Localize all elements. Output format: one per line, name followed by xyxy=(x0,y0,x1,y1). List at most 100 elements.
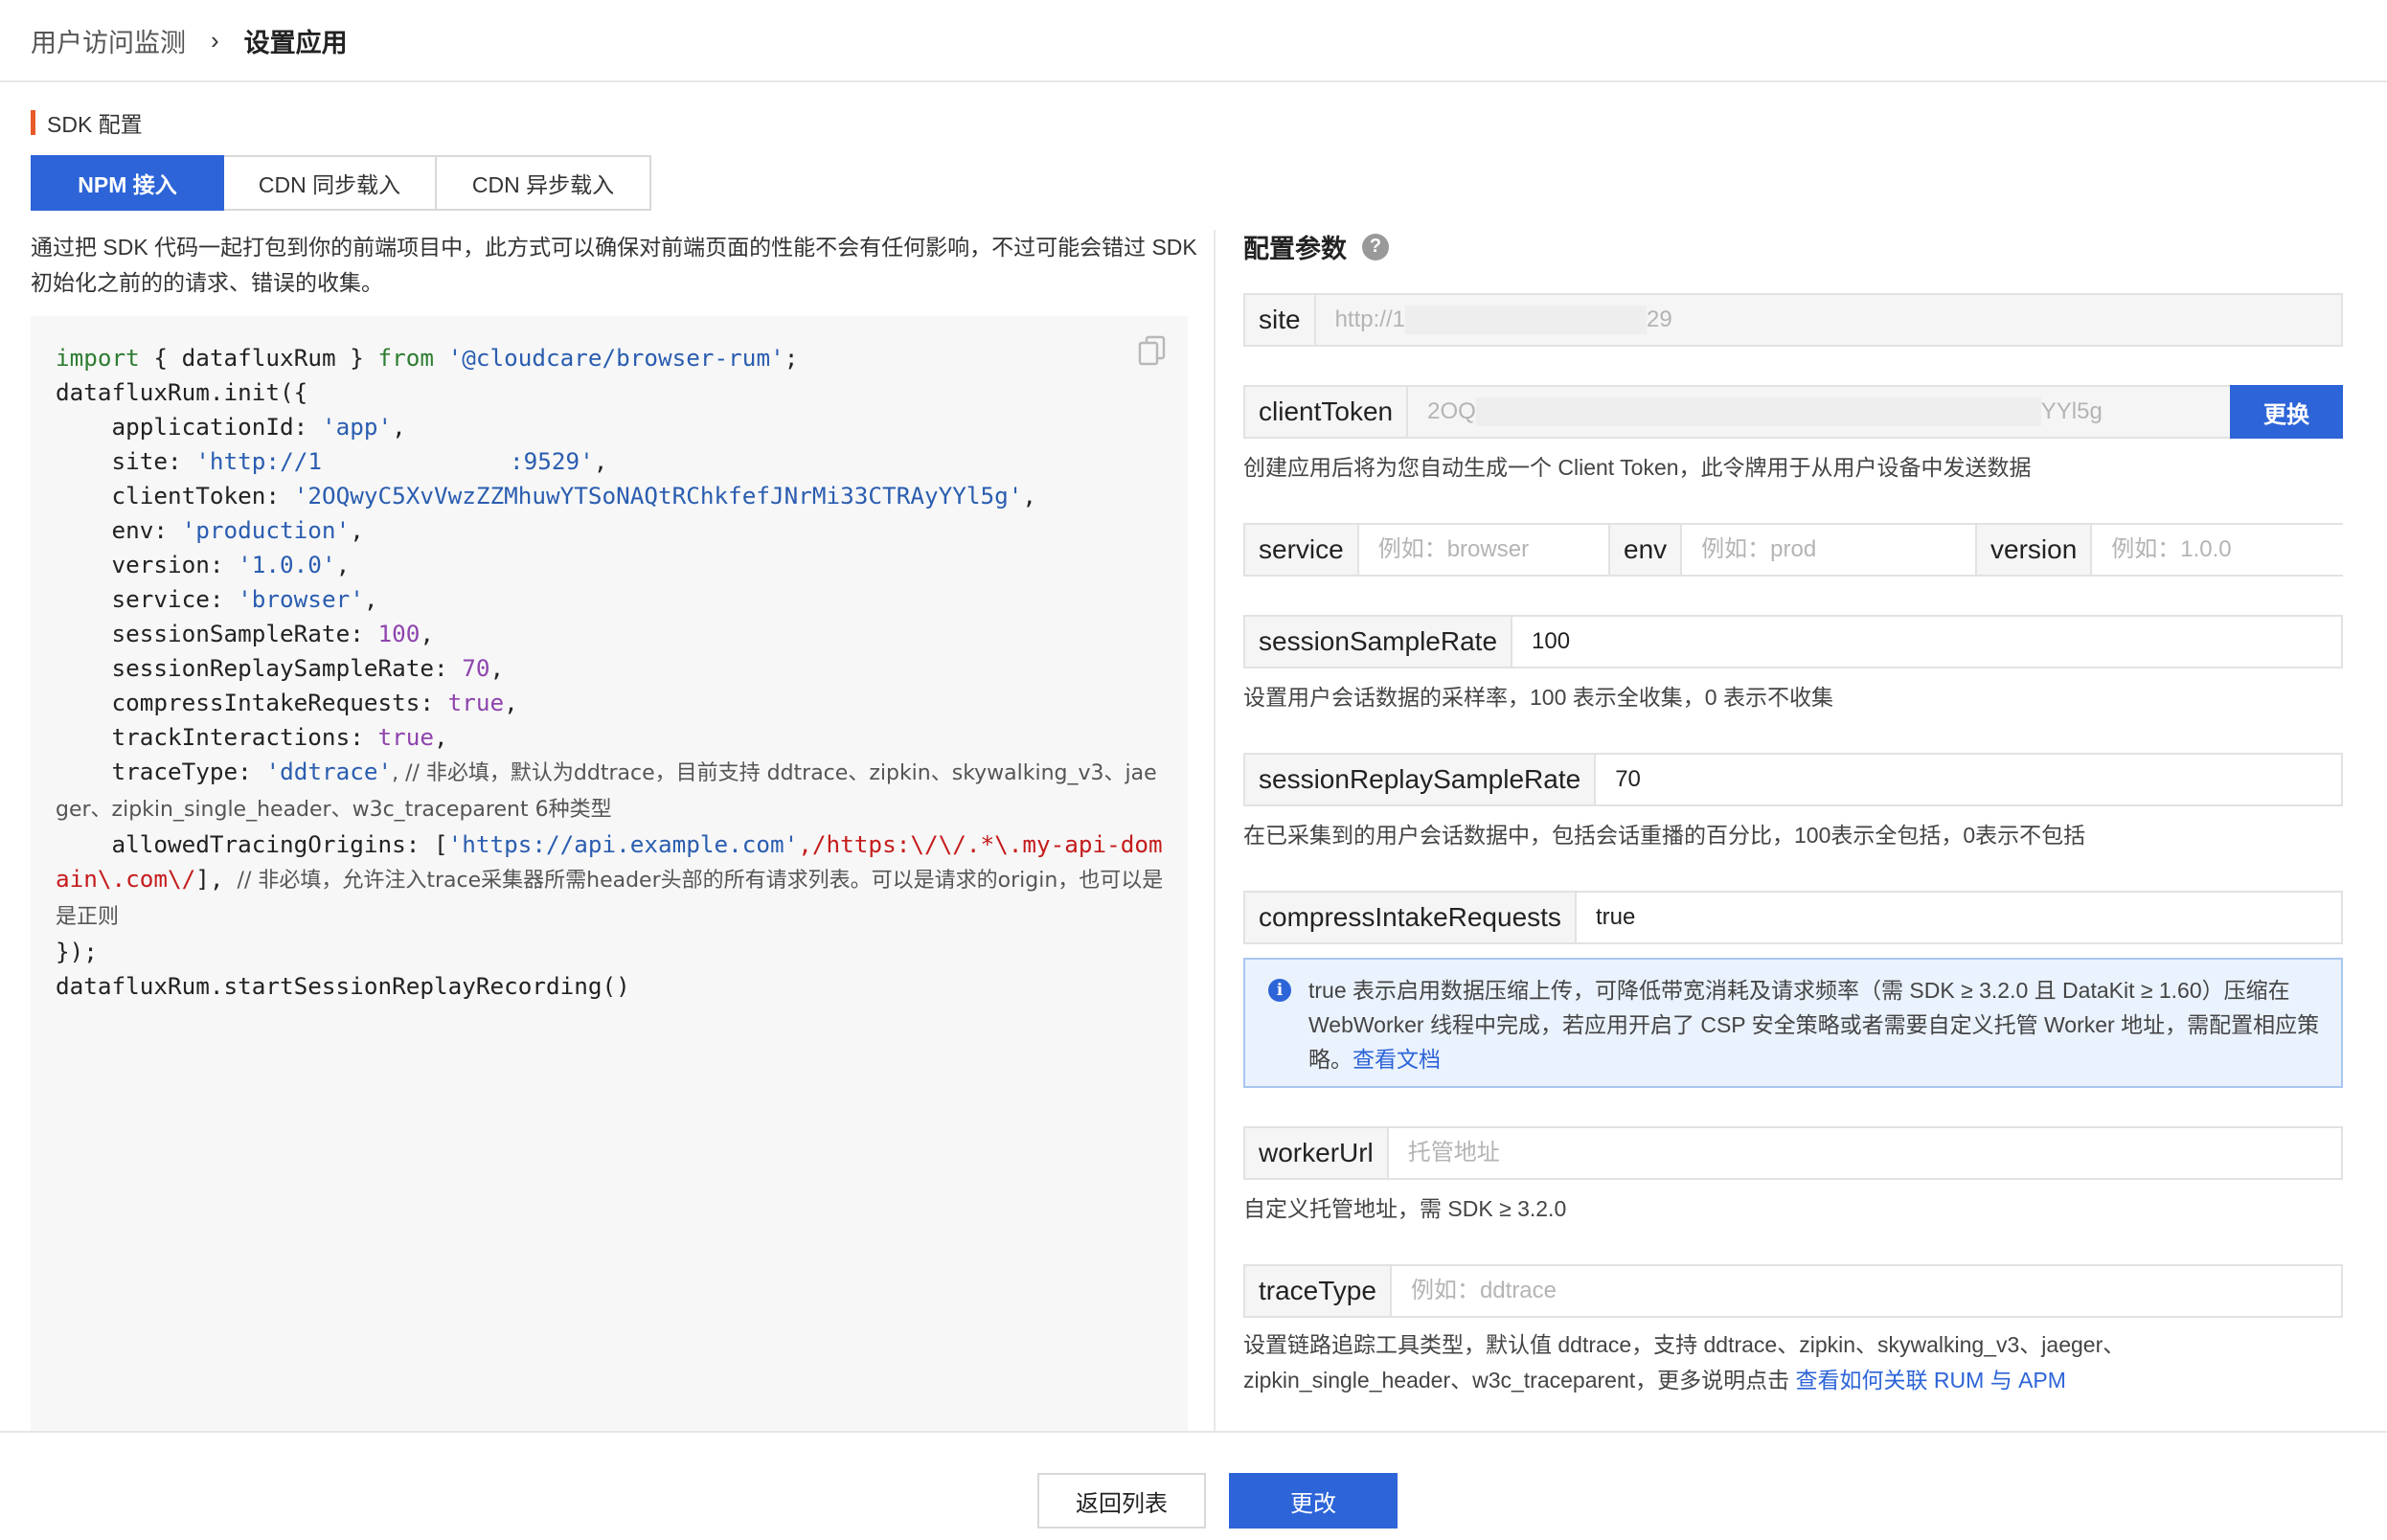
worker-url-field: workerUrl xyxy=(1243,1126,2343,1180)
site-value-prefix: http://1 xyxy=(1334,306,1405,332)
code-token: from xyxy=(377,344,434,372)
code-token: '2OQwyC5XvVwzZZMhuwYTSoNAQtRChkfefJNrMi3… xyxy=(293,482,1023,510)
section-title: SDK 配置 xyxy=(31,109,143,137)
env-field: env xyxy=(1608,523,2018,577)
code-token: trackInteractions: xyxy=(56,723,378,751)
code-token: service: xyxy=(56,585,239,613)
trace-type-hint-line1: 设置链路追踪工具类型，默认值 ddtrace，支持 ddtrace、zipkin… xyxy=(1243,1332,2126,1357)
code-block: import { datafluxRum } from '@cloudcare/… xyxy=(31,316,1188,1431)
code-token: applicationId: xyxy=(56,413,322,441)
code-token: 'http://1 xyxy=(195,447,322,475)
session-sample-rate-hint: 设置用户会话数据的采样率，100 表示全收集，0 表示不收集 xyxy=(1243,685,1833,710)
code-token: 70 xyxy=(462,654,490,682)
trace-type-hint: 设置链路追踪工具类型，默认值 ddtrace，支持 ddtrace、zipkin… xyxy=(1243,1327,2125,1398)
tab-cdn-sync[interactable]: CDN 同步载入 xyxy=(224,155,437,211)
session-replay-sample-rate-hint: 在已采集到的用户会话数据中，包括会话重播的百分比，100表示全包括，0表示不包括 xyxy=(1243,823,2086,848)
session-replay-sample-rate-input[interactable] xyxy=(1596,755,2341,804)
version-field: version xyxy=(1975,523,2387,577)
compress-intake-requests-input[interactable] xyxy=(1576,893,2341,942)
session-sample-rate-label: sessionSampleRate xyxy=(1245,617,1513,667)
code-token: true xyxy=(447,689,505,716)
code-token: '1.0.0' xyxy=(238,551,336,578)
section-accent-bar xyxy=(31,110,35,135)
code-token: clientToken: xyxy=(56,482,294,510)
redacted-mask xyxy=(321,450,510,475)
code-token: :9529' xyxy=(509,447,594,475)
session-replay-sample-rate-field: sessionReplaySampleRate xyxy=(1243,753,2343,806)
breadcrumb-parent-link[interactable]: 用户访问监测 xyxy=(31,22,186,59)
view-docs-link[interactable]: 查看文档 xyxy=(1353,1047,1441,1072)
redacted-mask xyxy=(1475,397,2041,426)
submit-change-button[interactable]: 更改 xyxy=(1229,1473,1398,1529)
client-token-value-prefix: 2OQ xyxy=(1427,398,1476,424)
site-value-suffix: 29 xyxy=(1646,306,1672,332)
code-token: ], xyxy=(195,865,224,893)
code-token: import xyxy=(56,344,140,372)
code-token: ; xyxy=(784,344,799,372)
code-token: sessionReplaySampleRate: xyxy=(56,654,463,682)
code-token: 'production' xyxy=(181,516,351,544)
info-icon: i xyxy=(1268,979,1291,1002)
env-label: env xyxy=(1610,525,1683,575)
breadcrumb-current: 设置应用 xyxy=(243,28,348,57)
compress-info-text: true 表示启用数据压缩上传，可降低带宽消耗及请求频率（需 SDK ≥ 3.2… xyxy=(1308,978,2320,1072)
back-to-list-button[interactable]: 返回列表 xyxy=(1037,1473,1206,1529)
code-token: 'https://api.example.com' xyxy=(447,830,799,858)
code-token: version: xyxy=(56,551,239,578)
install-description: 通过把 SDK 代码一起打包到你的前端项目中，此方式可以确保对前端页面的性能不会… xyxy=(31,235,1197,295)
code-token: datafluxRum.init({ xyxy=(56,378,308,406)
service-field: service xyxy=(1243,523,1694,577)
tab-npm[interactable]: NPM 接入 xyxy=(31,155,224,211)
code-token: allowedTracingOrigins: [ xyxy=(56,830,448,858)
compress-intake-requests-field: compressIntakeRequests xyxy=(1243,891,2343,944)
site-input[interactable]: http://1 29 xyxy=(1315,295,2341,345)
client-token-field: clientToken 2OQ YYl5g 更换 xyxy=(1243,385,2343,439)
code-content: import { datafluxRum } from '@cloudcare/… xyxy=(56,344,1164,1000)
code-token: compressIntakeRequests: xyxy=(56,689,448,716)
code-token: }); xyxy=(56,938,98,965)
client-token-value-suffix: YYl5g xyxy=(2040,398,2103,424)
section-title-text: SDK 配置 xyxy=(47,112,143,137)
tab-cdn-async[interactable]: CDN 异步载入 xyxy=(437,155,651,211)
code-token: site: xyxy=(56,447,196,475)
site-field: site http://1 29 xyxy=(1243,293,2343,347)
compress-info-alert: i true 表示启用数据压缩上传，可降低带宽消耗及请求频率（需 SDK ≥ 3… xyxy=(1243,958,2343,1088)
code-token: sessionSampleRate: xyxy=(56,620,378,647)
client-token-input[interactable]: 2OQ YYl5g xyxy=(1408,387,2230,437)
env-input[interactable] xyxy=(1682,525,2018,575)
chevron-right-icon: › xyxy=(211,25,219,55)
trace-type-label: traceType xyxy=(1245,1266,1392,1316)
breadcrumb: 用户访问监测 › 设置应用 xyxy=(0,0,2387,82)
code-token: env: xyxy=(56,516,182,544)
session-sample-rate-field: sessionSampleRate xyxy=(1243,615,2343,668)
trace-type-hint-line2: zipkin_single_header、w3c_traceparent，更多说… xyxy=(1243,1368,1796,1393)
code-token: true xyxy=(377,723,434,751)
compress-intake-requests-label: compressIntakeRequests xyxy=(1245,893,1577,942)
worker-url-label: workerUrl xyxy=(1245,1128,1389,1178)
panel-divider xyxy=(1214,230,1216,1431)
redacted-mask xyxy=(1404,306,1647,334)
code-token: traceType: xyxy=(56,758,266,785)
install-method-tabs: NPM 接入 CDN 同步载入 CDN 异步载入 xyxy=(31,155,651,211)
version-label: version xyxy=(1977,525,2093,575)
replace-token-button[interactable]: 更换 xyxy=(2230,385,2343,439)
session-replay-sample-rate-label: sessionReplaySampleRate xyxy=(1245,755,1597,804)
footer-actions: 返回列表 更改 xyxy=(0,1431,2387,1540)
code-token: { datafluxRum } xyxy=(139,344,378,372)
client-token-label: clientToken xyxy=(1245,387,1409,437)
trace-type-input[interactable] xyxy=(1391,1266,2341,1316)
client-token-hint: 创建应用后将为您自动生成一个 Client Token，此令牌用于从用户设备中发… xyxy=(1243,455,2032,480)
session-sample-rate-input[interactable] xyxy=(1512,617,2341,667)
code-token: 'ddtrace' xyxy=(265,758,393,785)
version-input[interactable] xyxy=(2092,525,2387,575)
worker-url-input[interactable] xyxy=(1388,1128,2341,1178)
code-token: 100 xyxy=(377,620,421,647)
code-token: 'app' xyxy=(321,413,393,441)
site-label: site xyxy=(1245,295,1316,345)
question-circle-icon[interactable]: ? xyxy=(1362,233,1389,260)
code-token: datafluxRum.startSessionReplayRecording(… xyxy=(56,972,630,1000)
code-token: 'browser' xyxy=(238,585,364,613)
worker-url-hint: 自定义托管地址，需 SDK ≥ 3.2.0 xyxy=(1243,1196,1567,1221)
rum-apm-link[interactable]: 查看如何关联 RUM 与 APM xyxy=(1796,1368,2066,1393)
config-title: 配置参数 ? xyxy=(1243,228,1389,265)
